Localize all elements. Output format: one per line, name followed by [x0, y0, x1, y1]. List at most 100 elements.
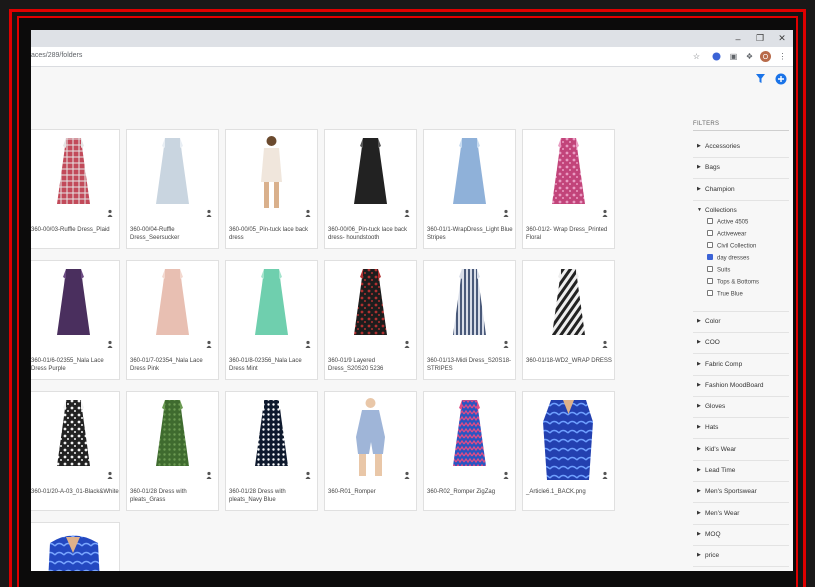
avatar-download-icon[interactable]	[502, 209, 510, 217]
garment-thumbnail[interactable]	[226, 392, 317, 482]
garment-thumbnail[interactable]	[226, 130, 317, 220]
folder-card[interactable]: 360-00/06_Pin-tuck lace back dress- houn…	[324, 129, 417, 249]
filter-category[interactable]: ▶ Men's Sportswear	[693, 482, 789, 504]
caret-right-icon[interactable]: ▶	[697, 164, 701, 170]
folder-card[interactable]	[31, 522, 120, 571]
collection-option[interactable]: True Blue	[707, 289, 743, 303]
url-text[interactable]: aces/289/folders	[31, 52, 82, 59]
avatar-download-icon[interactable]	[403, 471, 411, 479]
filter-category[interactable]: ▶ COO	[693, 333, 789, 355]
caret-right-icon[interactable]: ▶	[697, 186, 701, 192]
avatar[interactable]: O	[760, 51, 771, 62]
caret-right-icon[interactable]: ▶	[697, 552, 701, 558]
collection-option[interactable]: day dresses	[707, 253, 749, 267]
garment-thumbnail[interactable]	[325, 130, 416, 220]
collection-option[interactable]: Activewear	[707, 229, 746, 243]
folder-card[interactable]: _Article6.1_BACK.png	[522, 391, 615, 511]
folder-card[interactable]: 360-01/18-WD2_WRAP DRESS	[522, 260, 615, 380]
folder-card[interactable]: 360-00/03-Ruffle Dress_Plaid	[31, 129, 120, 249]
checkbox-icon[interactable]	[707, 241, 713, 248]
avatar-download-icon[interactable]	[304, 471, 312, 479]
garment-thumbnail[interactable]	[31, 523, 119, 571]
avatar-download-icon[interactable]	[205, 209, 213, 217]
puzzle-icon[interactable]: ❖	[744, 51, 755, 62]
folder-card[interactable]: 360-01/28 Dress with pleats_Grass	[126, 391, 219, 511]
caret-right-icon[interactable]: ▶	[697, 143, 701, 149]
star-icon[interactable]: ☆	[691, 51, 702, 62]
folder-card[interactable]: 360-01/8-02356_Nala Lace Dress Mint	[225, 260, 318, 380]
avatar-download-icon[interactable]	[403, 340, 411, 348]
caret-right-icon[interactable]: ▶	[697, 318, 701, 324]
filter-category[interactable]: ▶ Accessories	[693, 137, 789, 158]
folder-card[interactable]: 360-01/28 Dress with pleats_Navy Blue	[225, 391, 318, 511]
garment-thumbnail[interactable]	[424, 261, 515, 351]
caret-right-icon[interactable]: ▶	[697, 361, 701, 367]
folder-card[interactable]: 360-01/20-A-03_01-Black&White	[31, 391, 120, 511]
close-icon[interactable]: ✕	[771, 30, 793, 47]
checkbox-icon[interactable]	[707, 289, 713, 296]
garment-thumbnail[interactable]	[325, 261, 416, 351]
folder-card[interactable]: 360-01/6-02355_Nala Lace Dress Purple	[31, 260, 120, 380]
garment-thumbnail[interactable]	[127, 130, 218, 220]
minimize-icon[interactable]: –	[727, 30, 749, 47]
filter-category[interactable]: ▶ Fabric Comp	[693, 355, 789, 376]
folder-card[interactable]: 360-R02_Romper ZigZag	[423, 391, 516, 511]
filter-category[interactable]: ▶ Bags	[693, 158, 789, 180]
maximize-icon[interactable]: ❐	[749, 30, 771, 47]
folder-card[interactable]: 360-01/9 Layered Dress_S20S20 5236	[324, 260, 417, 380]
garment-thumbnail[interactable]	[31, 261, 119, 351]
checkbox-icon[interactable]	[707, 229, 713, 236]
filter-category[interactable]: ▶ Hats	[693, 418, 789, 440]
folder-card[interactable]: 360-01/2- Wrap Dress_Printed Floral	[522, 129, 615, 249]
avatar-download-icon[interactable]	[106, 471, 114, 479]
avatar-download-icon[interactable]	[601, 209, 609, 217]
caret-right-icon[interactable]: ▶	[697, 446, 701, 452]
garment-thumbnail[interactable]	[31, 130, 119, 220]
garment-thumbnail[interactable]	[523, 261, 614, 351]
filter-category[interactable]: ▶ Men's Wear	[693, 504, 789, 525]
checkbox-checked-icon[interactable]	[707, 253, 713, 260]
folder-card[interactable]: 360-00/04-Ruffle Dress_Seersucker	[126, 129, 219, 249]
avatar-download-icon[interactable]	[502, 471, 510, 479]
folder-card[interactable]: 360-01/7-02354_Nala Lace Dress Pink	[126, 260, 219, 380]
filter-category[interactable]: ▶ MOQ	[693, 525, 789, 546]
caret-right-icon[interactable]: ▶	[697, 382, 701, 388]
avatar-download-icon[interactable]	[106, 340, 114, 348]
caret-right-icon[interactable]: ▶	[697, 488, 701, 494]
avatar-download-icon[interactable]	[601, 471, 609, 479]
caret-right-icon[interactable]: ▶	[697, 339, 701, 345]
extension-icon[interactable]	[711, 51, 722, 62]
folder-card[interactable]: 360-00/05_Pin-tuck lace back dress	[225, 129, 318, 249]
checkbox-icon[interactable]	[707, 265, 713, 272]
filter-category[interactable]: ▶ Color	[693, 312, 789, 333]
caret-right-icon[interactable]: ▶	[697, 403, 701, 409]
avatar-download-icon[interactable]	[205, 471, 213, 479]
address-bar[interactable]: aces/289/folders ☆ ▣ ❖ O ⋮	[31, 47, 793, 67]
garment-thumbnail[interactable]	[523, 392, 614, 482]
caret-down-icon[interactable]: ▼	[697, 207, 702, 213]
avatar-download-icon[interactable]	[106, 209, 114, 217]
caret-right-icon[interactable]: ▶	[697, 510, 701, 516]
avatar-download-icon[interactable]	[403, 209, 411, 217]
folder-card[interactable]: 360-01/13-Midi Dress_S20S18-STRIPES	[423, 260, 516, 380]
checkbox-icon[interactable]	[707, 217, 713, 224]
garment-thumbnail[interactable]	[424, 130, 515, 220]
filter-category[interactable]: ▶ Lead Time	[693, 461, 789, 482]
avatar-download-icon[interactable]	[205, 340, 213, 348]
caret-right-icon[interactable]: ▶	[697, 424, 701, 430]
garment-thumbnail[interactable]	[127, 261, 218, 351]
folder-card[interactable]: 360-01/1-WrapDress_Light Blue Stripes	[423, 129, 516, 249]
garment-thumbnail[interactable]	[523, 130, 614, 220]
collection-option[interactable]: Active 4505	[707, 217, 748, 231]
checkbox-icon[interactable]	[707, 277, 713, 284]
filter-category[interactable]: ▶ Kid's Wear	[693, 440, 789, 461]
filter-category[interactable]: ▶ price	[693, 546, 789, 568]
garment-thumbnail[interactable]	[325, 392, 416, 482]
folder-card[interactable]: 360-R01_Romper	[324, 391, 417, 511]
avatar-download-icon[interactable]	[304, 209, 312, 217]
avatar-download-icon[interactable]	[304, 340, 312, 348]
collection-option[interactable]: Tops & Bottoms	[707, 277, 759, 291]
avatar-download-icon[interactable]	[502, 340, 510, 348]
garment-thumbnail[interactable]	[31, 392, 119, 482]
garment-thumbnail[interactable]	[226, 261, 317, 351]
